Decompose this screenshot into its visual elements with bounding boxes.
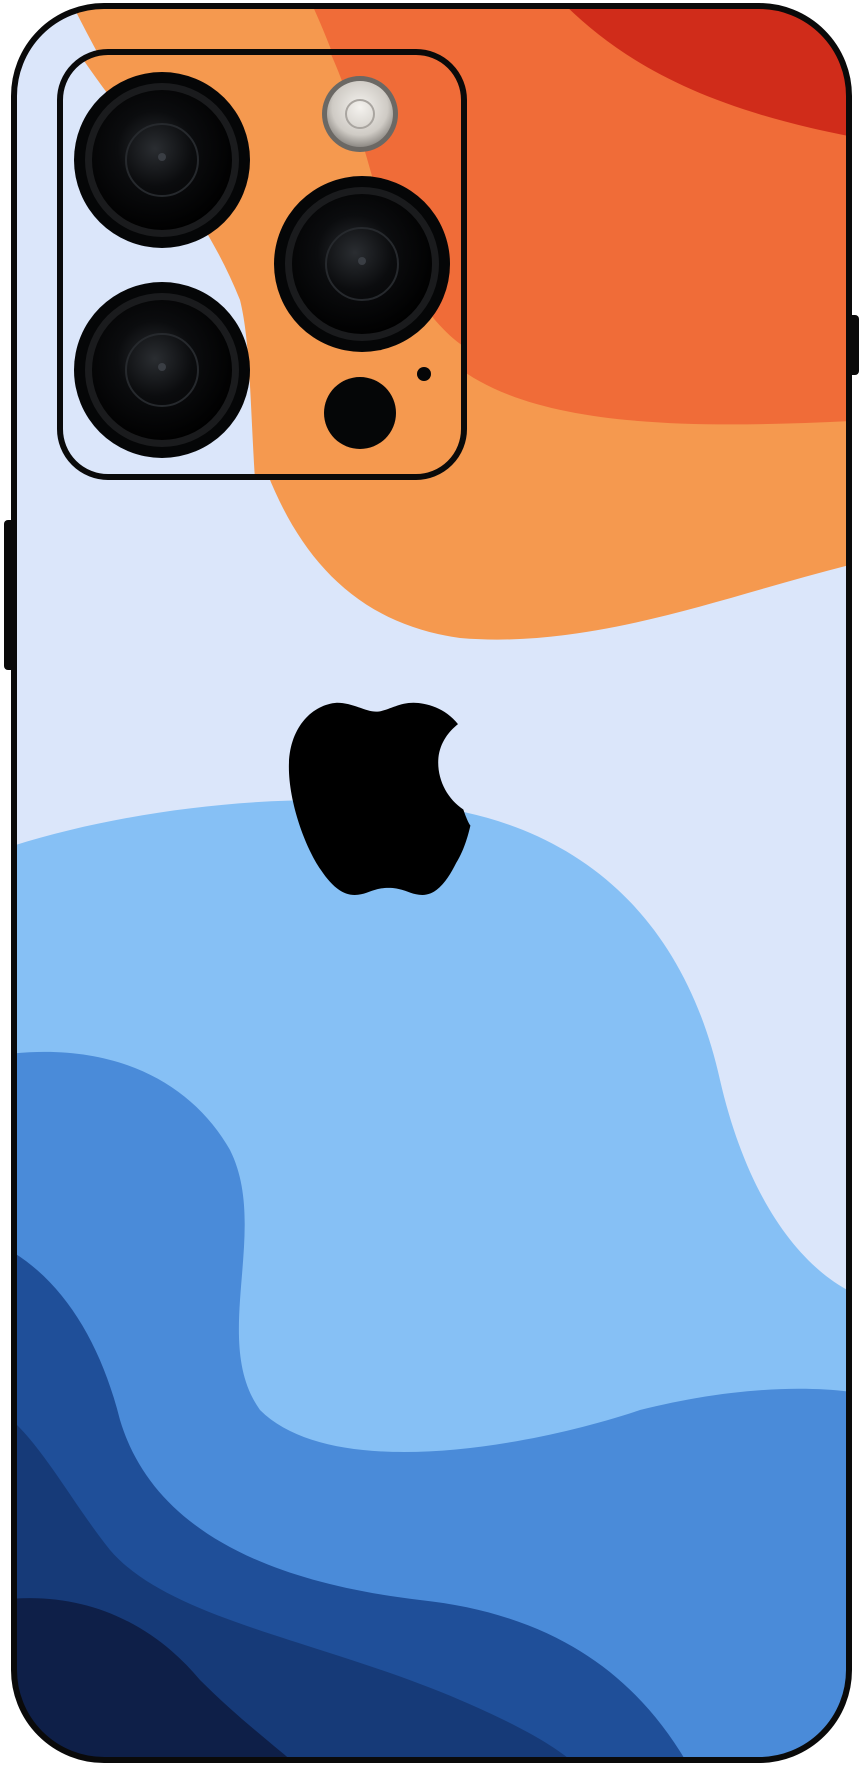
flash-icon xyxy=(322,76,398,152)
microphone-icon xyxy=(417,367,431,381)
phone-back-illustration xyxy=(4,3,859,1763)
camera-lens-icon xyxy=(74,282,250,458)
camera-lens-icon xyxy=(74,72,250,248)
camera-module xyxy=(57,49,467,480)
lidar-sensor-icon xyxy=(324,377,396,449)
phone-back-scene xyxy=(0,0,860,1768)
camera-lens-icon xyxy=(274,176,450,352)
